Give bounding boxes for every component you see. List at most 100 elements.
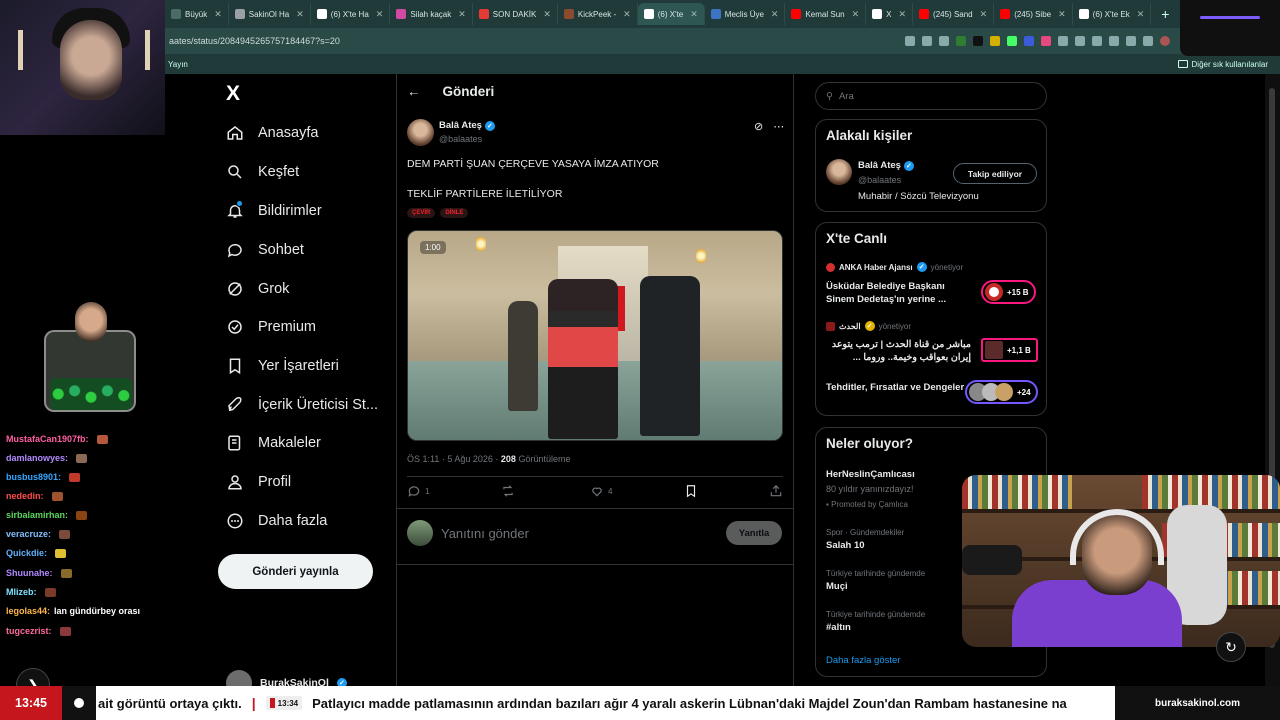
nav-item-daha-fazla[interactable]: Daha fazla	[226, 510, 327, 532]
close-icon[interactable]: ✕	[458, 9, 466, 20]
search-input[interactable]: ⚲ Ara	[815, 82, 1047, 110]
chat-username[interactable]: Mlizeb:	[6, 587, 37, 597]
chat-username[interactable]: veracruze:	[6, 529, 51, 539]
promo-name[interactable]: HerNeslinÇamlıcası	[826, 469, 915, 480]
nav-item-sohbet[interactable]: Sohbet	[226, 239, 304, 261]
post-video[interactable]: 1:00	[407, 230, 783, 441]
live-source[interactable]: الحدث ✓ yönetiyor	[826, 321, 911, 331]
nav-item-i-erik-reticisi-st[interactable]: İçerik Üreticisi St...	[226, 394, 378, 416]
browser-tab[interactable]: X ✕	[866, 3, 914, 25]
nav-item-grok[interactable]: Grok	[226, 278, 289, 300]
close-icon[interactable]: ✕	[1137, 9, 1145, 20]
reply-input[interactable]: Yanıtını gönder	[441, 526, 529, 541]
live-listeners-badge[interactable]: +1,1 B	[981, 338, 1038, 362]
star-icon[interactable]	[939, 36, 949, 46]
browser-tab[interactable]: (6) X'te ✕	[637, 3, 705, 25]
cast-icon[interactable]	[905, 36, 915, 46]
nav-item-makaleler[interactable]: Makaleler	[226, 432, 321, 454]
close-icon[interactable]: ✕	[852, 9, 860, 20]
back-arrow-icon[interactable]: ←	[407, 84, 421, 99]
chat-username[interactable]: Quickdie:	[6, 548, 47, 558]
browser-tab[interactable]: (6) X'te Ha ✕	[311, 3, 391, 25]
browser-tab[interactable]: SON DAKİK ✕	[473, 3, 558, 25]
reply-submit-button[interactable]: Yanıtla	[726, 521, 782, 545]
chat-username[interactable]: sirbalamirhan:	[6, 510, 68, 520]
bookmark-other[interactable]: Diğer sık kullanılanlar	[1177, 60, 1268, 69]
extension-icon[interactable]	[973, 36, 983, 46]
trend-name[interactable]: #altın	[826, 622, 851, 633]
related-name[interactable]: Balâ Ateş	[858, 160, 901, 171]
reply-button[interactable]: 1	[407, 484, 429, 498]
post-timestamp[interactable]: ÖS 1:11 · 5 Ağu 2026 ·	[407, 454, 501, 464]
nav-item-profil[interactable]: Profil	[226, 471, 291, 493]
close-icon[interactable]: ✕	[623, 9, 631, 20]
nav-item-anasayfa[interactable]: Anasayfa	[226, 122, 318, 144]
nav-item-yer-i-aretleri[interactable]: Yer İşaretleri	[226, 355, 339, 377]
chat-username[interactable]: nededin:	[6, 491, 44, 501]
browser-tab[interactable]: Silah kaçak ✕	[390, 3, 473, 25]
browser-tab[interactable]: Kemal Sun ✕	[785, 3, 867, 25]
chat-username[interactable]: MustafaCan1907fb:	[6, 434, 89, 444]
following-button[interactable]: Takip ediliyor	[953, 163, 1037, 184]
extension-icon[interactable]	[956, 36, 966, 46]
puzzle-icon[interactable]	[1058, 36, 1068, 46]
related-handle[interactable]: @balaates	[858, 175, 901, 185]
listen-button[interactable]: DİNLE	[440, 208, 469, 218]
live-item-title[interactable]: مباشر من قناة الحدث | ترمب يتوعد إيران ب…	[826, 338, 971, 364]
address-bar[interactable]: aates/status/2084945265757184467?s=20	[165, 28, 1280, 54]
collections-icon[interactable]	[1143, 36, 1153, 46]
live-item-title[interactable]: Üsküdar Belediye Başkanı Sinem Dedetaş'ı…	[826, 280, 971, 306]
new-tab-button[interactable]: +	[1151, 6, 1179, 22]
browser-tab[interactable]: (245) Sibe ✕	[994, 3, 1073, 25]
close-icon[interactable]: ✕	[376, 9, 384, 20]
url-text[interactable]: aates/status/2084945265757184467?s=20	[165, 36, 905, 46]
author-name[interactable]: Balâ Ateş	[439, 120, 482, 131]
live-item-title[interactable]: Tehditler, Fırsatlar ve Dengeler	[826, 381, 971, 394]
close-icon[interactable]: ✕	[543, 9, 551, 20]
chat-username[interactable]: Shuunahe:	[6, 568, 53, 578]
close-icon[interactable]: ✕	[899, 9, 907, 20]
close-icon[interactable]: ✕	[214, 9, 222, 20]
share-button[interactable]	[769, 484, 783, 498]
translate-button[interactable]: ÇEVİR	[407, 208, 436, 218]
close-icon[interactable]: ✕	[690, 9, 698, 20]
browser-tab[interactable]: Büyük ✕	[165, 3, 229, 25]
x-logo-icon[interactable]: X	[226, 83, 246, 104]
browser-tab[interactable]: Meclis Üye ✕	[705, 3, 786, 25]
avatar[interactable]	[1160, 36, 1170, 46]
chat-username[interactable]: tugcezrist:	[6, 626, 52, 636]
split-icon[interactable]	[1075, 36, 1085, 46]
author-avatar[interactable]	[407, 119, 434, 146]
live-source[interactable]: ANKA Haber Ajansı ✓ yönetiyor	[826, 262, 963, 272]
browser-tab[interactable]: SakinOl Ha ✕	[229, 3, 311, 25]
extension-icon[interactable]	[1007, 36, 1017, 46]
repost-button[interactable]	[501, 484, 519, 498]
trend-name[interactable]: Salah 10	[826, 540, 865, 551]
close-icon[interactable]: ✕	[980, 9, 988, 20]
favorites-icon[interactable]	[1109, 36, 1119, 46]
refresh-icon[interactable]: ↻	[1216, 632, 1246, 662]
browser-tab[interactable]: KickPeek - ✕	[558, 3, 638, 25]
trend-name[interactable]: Muçi	[826, 581, 848, 592]
more-options-icon[interactable]: ⋯	[773, 120, 784, 133]
bookmarks-icon[interactable]	[1092, 36, 1102, 46]
heart-icon[interactable]	[1126, 36, 1136, 46]
close-icon[interactable]: ✕	[1058, 9, 1066, 20]
chat-username[interactable]: busbus8901:	[6, 472, 61, 482]
avatar[interactable]	[826, 159, 852, 185]
chat-username[interactable]: legolas44:	[6, 606, 50, 616]
bookmark-yayin[interactable]: Yayın	[168, 60, 188, 69]
show-more-link[interactable]: Daha fazla göster	[826, 655, 900, 666]
post-button[interactable]: Gönderi yayınla	[218, 554, 373, 589]
nav-item-bildirimler[interactable]: Bildirimler	[226, 200, 322, 222]
live-listeners-badge[interactable]: +15 B	[981, 280, 1036, 304]
related-name-row[interactable]: Balâ Ateş ✓	[858, 160, 914, 171]
close-icon[interactable]: ✕	[771, 9, 779, 20]
chat-username[interactable]: damlanowyes:	[6, 453, 68, 463]
like-button[interactable]: 4	[590, 484, 612, 498]
extension-icon[interactable]	[1041, 36, 1051, 46]
author-handle[interactable]: @balaates	[439, 134, 482, 144]
live-listeners-badge[interactable]: +24	[965, 380, 1038, 404]
close-icon[interactable]: ✕	[296, 9, 304, 20]
nav-item-premium[interactable]: Premium	[226, 316, 316, 338]
